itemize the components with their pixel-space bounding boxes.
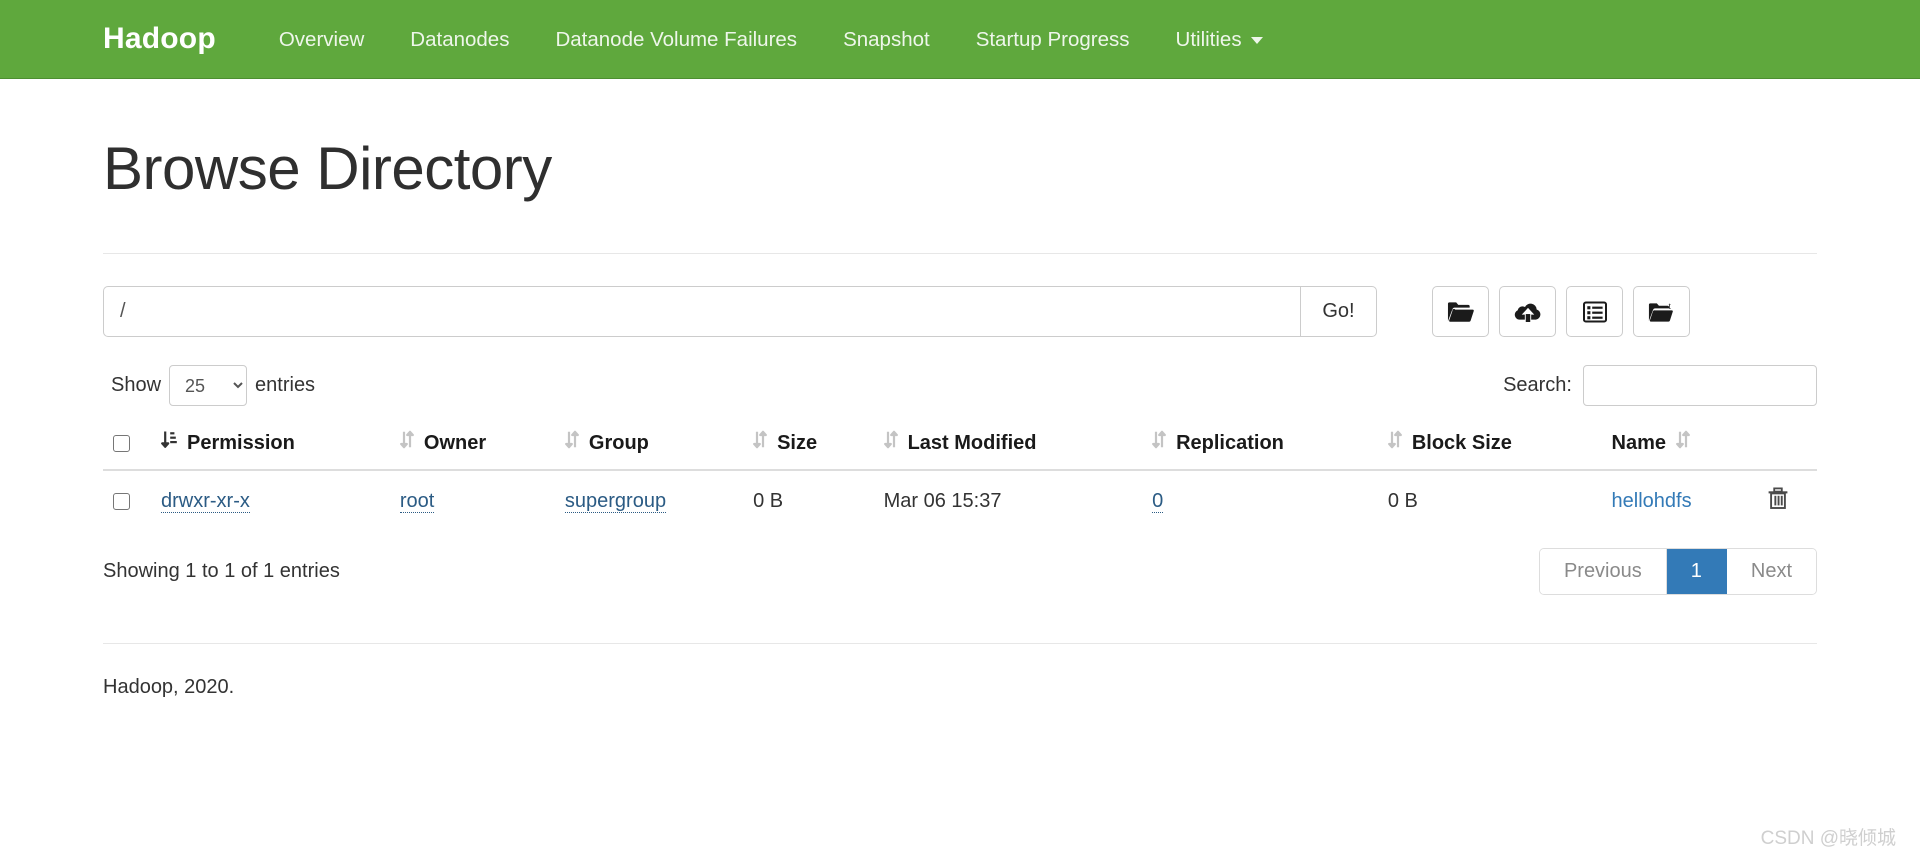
- directory-table-body: drwxr-xr-x root supergroup 0 B Mar 06 15…: [103, 469, 1817, 532]
- cut-paste-button[interactable]: [1566, 286, 1623, 337]
- cell-owner: root: [389, 469, 555, 532]
- select-all-checkbox[interactable]: [113, 435, 130, 453]
- nav-link-utilities[interactable]: Utilities: [1153, 0, 1286, 79]
- sort-asc-icon: [161, 430, 177, 455]
- footer-divider: [103, 643, 1817, 644]
- nav-link-datanode-volume-failures[interactable]: Datanode Volume Failures: [532, 0, 820, 79]
- cell-last-modified: Mar 06 15:37: [873, 469, 1143, 532]
- sort-icon: [1152, 430, 1166, 455]
- title-divider: [103, 253, 1817, 254]
- create-directory-button[interactable]: [1432, 286, 1489, 337]
- nav-link-datanodes[interactable]: Datanodes: [387, 0, 532, 79]
- pagination-page-1[interactable]: 1: [1666, 549, 1727, 594]
- sort-icon: [564, 430, 579, 455]
- column-header-actions: [1757, 418, 1817, 471]
- path-input-group: Go!: [103, 286, 1377, 337]
- show-label: Show: [111, 374, 162, 396]
- go-button[interactable]: Go!: [1300, 286, 1377, 337]
- cell-replication: 0: [1142, 469, 1378, 532]
- directory-tool-buttons: t: [1432, 286, 1690, 337]
- column-header-size-label: Size: [777, 432, 818, 454]
- cell-name: hellohdfs: [1601, 469, 1757, 532]
- nav-link-startup-progress[interactable]: Startup Progress: [953, 0, 1153, 79]
- cell-size: 0 B: [743, 469, 874, 532]
- column-header-name[interactable]: Name: [1601, 418, 1757, 471]
- pagination: Previous 1 Next: [1538, 548, 1817, 595]
- permission-value[interactable]: drwxr-xr-x: [161, 490, 250, 513]
- table-controls: Show 10 25 50 100 entries Search:: [103, 365, 1817, 406]
- column-header-replication[interactable]: Replication: [1142, 418, 1378, 471]
- row-select-cell: [103, 469, 151, 532]
- replication-value[interactable]: 0: [1152, 490, 1164, 513]
- nav-link-utilities-label: Utilities: [1175, 27, 1242, 51]
- pagination-next[interactable]: Next: [1726, 549, 1816, 594]
- search-label: Search:: [1503, 374, 1572, 396]
- column-header-size[interactable]: Size: [743, 418, 874, 471]
- cell-permission: drwxr-xr-x: [151, 469, 390, 532]
- directory-table: Permission Owner Group Size Last Modifie…: [103, 418, 1817, 532]
- top-navbar: Hadoop Overview Datanodes Datanode Volum…: [0, 0, 1920, 79]
- sort-icon: [753, 430, 767, 455]
- sort-icon: [1676, 430, 1690, 455]
- svg-text:t: t: [1668, 302, 1671, 312]
- table-info: Showing 1 to 1 of 1 entries: [103, 560, 340, 582]
- navbar-links: Overview Datanodes Datanode Volume Failu…: [256, 0, 1286, 79]
- row-checkbox[interactable]: [113, 493, 130, 511]
- column-header-select-all: [103, 418, 151, 471]
- list-alt-icon: [1582, 300, 1607, 324]
- footer-copyright: Hadoop, 2020.: [103, 676, 235, 698]
- entries-label: entries: [255, 374, 316, 396]
- column-header-last-modified[interactable]: Last Modified: [873, 418, 1143, 471]
- column-header-owner[interactable]: Owner: [389, 418, 555, 471]
- column-header-name-label: Name: [1611, 432, 1667, 454]
- chevron-down-icon: [1250, 36, 1263, 44]
- upload-files-button[interactable]: [1499, 286, 1556, 337]
- sort-icon: [883, 430, 898, 455]
- pagination-previous[interactable]: Previous: [1539, 549, 1667, 594]
- search-control: Search:: [1503, 365, 1817, 406]
- cell-group: supergroup: [554, 469, 744, 532]
- sort-icon: [399, 430, 414, 455]
- column-header-replication-label: Replication: [1176, 432, 1284, 454]
- column-header-last-modified-label: Last Modified: [907, 432, 1037, 454]
- brand-hadoop[interactable]: Hadoop: [103, 22, 216, 56]
- cell-actions: [1757, 469, 1817, 532]
- move-to-button[interactable]: t: [1633, 286, 1690, 337]
- page-length-control: Show 10 25 50 100 entries: [103, 365, 323, 406]
- directory-table-head: Permission Owner Group Size Last Modifie…: [103, 418, 1817, 471]
- sort-icon: [1387, 430, 1402, 455]
- column-header-block-size-label: Block Size: [1411, 432, 1512, 454]
- table-footer: Showing 1 to 1 of 1 entries Previous 1 N…: [103, 548, 1817, 595]
- table-row: drwxr-xr-x root supergroup 0 B Mar 06 15…: [103, 469, 1817, 532]
- page-title: Browse Directory: [103, 135, 552, 202]
- column-header-block-size[interactable]: Block Size: [1377, 418, 1602, 471]
- trash-icon: [1767, 487, 1789, 513]
- column-header-permission-label: Permission: [187, 432, 295, 454]
- table-header-row: Permission Owner Group Size Last Modifie…: [103, 418, 1817, 471]
- column-header-group-label: Group: [588, 432, 649, 454]
- cell-block-size: 0 B: [1377, 469, 1602, 532]
- folder-move-icon: t: [1648, 300, 1676, 324]
- watermark: CSDN @晓倾城: [1760, 828, 1896, 849]
- owner-value[interactable]: root: [399, 490, 435, 513]
- column-header-owner-label: Owner: [423, 432, 487, 454]
- column-header-permission[interactable]: Permission: [151, 418, 390, 471]
- column-header-group[interactable]: Group: [554, 418, 744, 471]
- page-container: Browse Directory Go!: [0, 134, 1920, 699]
- nav-link-overview[interactable]: Overview: [256, 0, 387, 79]
- nav-link-snapshot[interactable]: Snapshot: [820, 0, 953, 79]
- path-toolbar-row: Go!: [103, 286, 1817, 337]
- directory-path-input[interactable]: [103, 286, 1300, 337]
- delete-row-button[interactable]: [1767, 487, 1789, 510]
- cloud-upload-icon: [1514, 300, 1542, 324]
- page-length-select[interactable]: 10 25 50 100: [169, 365, 248, 406]
- file-name-link[interactable]: hellohdfs: [1612, 490, 1692, 512]
- search-input[interactable]: [1583, 365, 1817, 406]
- group-value[interactable]: supergroup: [564, 490, 667, 513]
- folder-open-icon: [1447, 300, 1474, 324]
